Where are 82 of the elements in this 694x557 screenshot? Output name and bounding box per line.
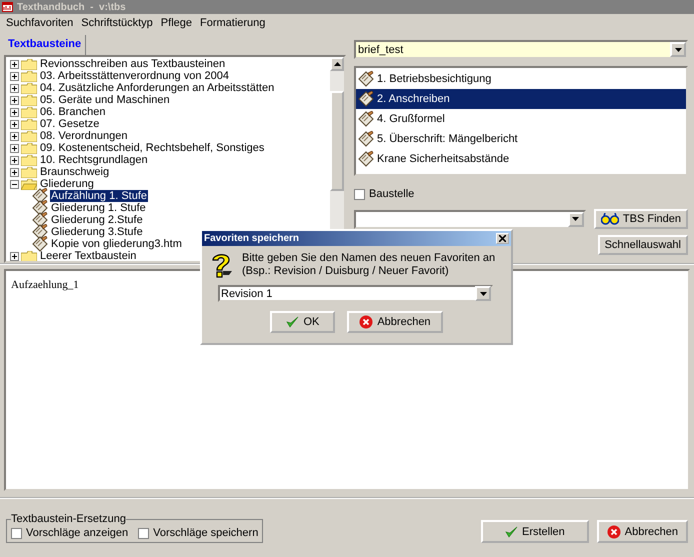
dialog-message: Bitte geben Sie den Namen des neuen Favoriten an [242, 252, 496, 264]
expand-icon[interactable] [10, 72, 19, 80]
tree-item[interactable]: Kopie von gliederung3.htm [50, 238, 183, 250]
folder-icon [21, 166, 37, 178]
cancel-icon [359, 315, 374, 329]
document-pencil-icon [358, 131, 374, 147]
dialog-title: Favoriten speichern [204, 233, 300, 244]
folder-icon [21, 130, 37, 142]
expand-icon[interactable] [10, 96, 19, 104]
expand-icon[interactable] [10, 84, 19, 92]
tree-item[interactable]: 08. Verordnungen [39, 130, 128, 142]
document-pencil-icon [358, 91, 374, 107]
expand-icon[interactable] [10, 252, 19, 260]
editor-text: Aufzaehlung_1 [11, 279, 79, 291]
question-mark-icon [210, 252, 234, 278]
quick-select-button[interactable]: Schnellauswahl [598, 235, 688, 255]
tree-item[interactable]: Gliederung 3.Stufe [50, 226, 144, 238]
search-combo[interactable] [354, 210, 586, 228]
letter-combo[interactable]: brief_test [354, 40, 688, 59]
tree-item[interactable]: Gliederung 2.Stufe [50, 214, 144, 226]
document-pencil-icon [358, 151, 374, 167]
folder-icon [21, 142, 37, 154]
find-button[interactable]: TBS Finden [594, 209, 688, 229]
menu-item[interactable]: Schriftstücktyp [81, 17, 153, 29]
tree-item[interactable]: 07. Gesetze [39, 118, 100, 130]
tree-item[interactable]: Gliederung 1. Stufe [50, 202, 147, 214]
menu-item[interactable]: Suchfavoriten [6, 17, 74, 29]
option-checkbox[interactable]: Vorschläge anzeigen [11, 527, 128, 539]
tree-item[interactable]: 10. Rechtsgrundlagen [39, 154, 149, 166]
tree-item[interactable]: 09. Kostenentscheid, Rechtsbehelf, Sonstiges [39, 142, 266, 154]
app-icon [2, 2, 13, 12]
folder-icon [21, 58, 37, 70]
expand-icon[interactable] [10, 132, 19, 140]
tree-item[interactable]: 06. Branchen [39, 106, 106, 118]
tree-item[interactable]: Gliederung [39, 178, 95, 190]
cancel-button[interactable]: Abbrechen [347, 311, 443, 333]
document-pencil-icon [358, 71, 374, 87]
tree-item[interactable]: 05. Geräte und Maschinen [39, 94, 171, 106]
dropdown-arrow-icon [674, 48, 682, 52]
baustelle-checkbox[interactable]: Baustelle [354, 188, 688, 200]
option-checkbox[interactable]: Vorschläge speichern [138, 527, 258, 539]
open-folder-icon [21, 178, 37, 190]
folder-icon [21, 250, 37, 261]
tree-item[interactable]: Leerer Textbaustein [39, 250, 138, 261]
expand-icon[interactable] [10, 168, 19, 176]
folder-icon [21, 70, 37, 82]
scroll-up-icon [334, 62, 340, 66]
checkmark-icon [286, 316, 300, 328]
close-button[interactable] [496, 233, 509, 244]
checkmark-icon [504, 526, 518, 538]
favorite-name-combo[interactable]: Revision 1 [218, 285, 493, 302]
binoculars-icon [600, 213, 619, 225]
cancel-icon [606, 524, 621, 538]
window-title: Texthandbuch - v:\tbs [17, 2, 126, 12]
tree-item[interactable]: Braunschweig [39, 166, 110, 178]
expand-icon[interactable] [10, 108, 19, 116]
tree-item[interactable]: 04. Zusätzliche Anforderungen an Arbeitsstätten [39, 82, 276, 94]
folder-icon [21, 82, 37, 94]
tree-item[interactable]: Revionsschreiben aus Textbausteinen [39, 58, 226, 70]
collapse-icon[interactable] [10, 180, 19, 188]
tree-item[interactable]: Aufzählung 1. Stufe [50, 190, 148, 202]
folder-icon [21, 106, 37, 118]
folder-icon [21, 94, 37, 106]
create-button[interactable]: Erstellen [480, 520, 589, 543]
expand-icon[interactable] [10, 156, 19, 164]
dropdown-arrow-icon [572, 217, 580, 221]
expand-icon[interactable] [10, 120, 19, 128]
folder-icon [21, 118, 37, 130]
group-title: Textbaustein-Ersetzung [11, 513, 126, 525]
document-pencil-icon [358, 111, 374, 127]
folder-icon [21, 154, 37, 166]
document-pencil-icon [32, 236, 48, 252]
cancel-button[interactable]: Abbrechen [596, 520, 688, 543]
tree-item[interactable]: 03. Arbeitsstättenverordnung von 2004 [39, 70, 230, 82]
favorite-name-field[interactable]: Revision 1 [220, 288, 475, 300]
expand-icon[interactable] [10, 60, 19, 68]
menu-item[interactable]: Formatierung [200, 17, 266, 29]
expand-icon[interactable] [10, 144, 19, 152]
ok-button[interactable]: OK [270, 311, 336, 333]
list-item[interactable]: 2. Anschreiben [356, 89, 686, 109]
menu-item[interactable]: Pflege [160, 17, 192, 29]
dropdown-arrow-icon [480, 292, 486, 296]
